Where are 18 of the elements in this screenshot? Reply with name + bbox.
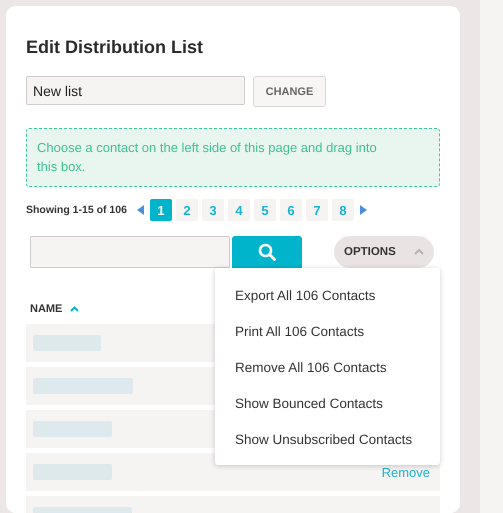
list-name-field[interactable]: New list xyxy=(26,76,245,105)
menu-item[interactable]: Export All 106 Contacts xyxy=(215,278,440,314)
menu-item[interactable]: Show Unsubscribed Contacts xyxy=(215,422,440,458)
redacted-name xyxy=(33,335,101,351)
menu-item[interactable]: Print All 106 Contacts xyxy=(215,314,440,350)
search-field[interactable] xyxy=(30,236,230,268)
previous-arrow-icon xyxy=(136,205,145,215)
change-button[interactable]: CHANGE xyxy=(253,76,326,107)
results-summary: Showing 1-15 of 106 xyxy=(26,204,127,216)
search-icon xyxy=(258,243,276,261)
page-title: Edit Distribution List xyxy=(26,37,204,57)
search-button[interactable] xyxy=(232,236,302,268)
menu-item[interactable]: Remove All 106 Contacts xyxy=(215,350,440,386)
next-arrow-icon xyxy=(358,205,367,215)
drop-zone: Choose a contact on the left side of this page and drag into this box. xyxy=(26,128,440,187)
column-header[interactable]: NAME xyxy=(30,303,62,315)
options-button[interactable]: OPTIONS xyxy=(334,236,434,268)
menu-item[interactable]: Show Bounced Contacts xyxy=(215,386,440,422)
